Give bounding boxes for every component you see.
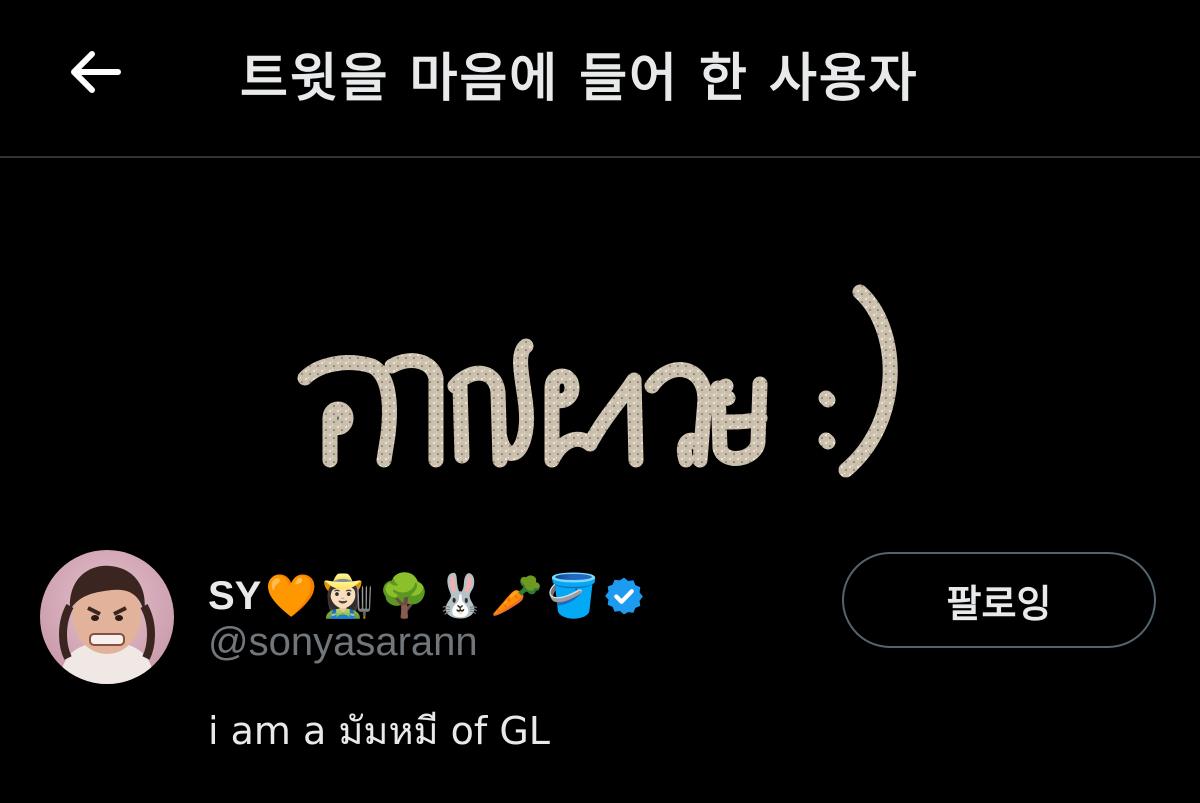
farmer-emoji: 👩🏻‍🌾	[321, 571, 374, 620]
tree-emoji: 🌳	[377, 571, 431, 620]
page-title: 트윗을 마음에 들어 한 사용자	[240, 49, 919, 109]
user-cell[interactable]: SY 🧡 👩🏻‍🌾 🌳 🐰 🥕 🪣 @sonyasarann i am a มั…	[0, 548, 1200, 753]
user-handle[interactable]: @sonyasarann	[208, 620, 478, 665]
following-button[interactable]: 팔로잉	[842, 552, 1156, 648]
carrot-emoji: 🥕	[490, 571, 543, 620]
verified-badge-icon	[605, 577, 644, 615]
back-button[interactable]	[62, 40, 126, 104]
user-bio: i am a มัมหมี of GL	[208, 709, 550, 753]
display-name[interactable]: SY	[208, 574, 261, 619]
avatar[interactable]	[40, 550, 174, 684]
top-bar: 트윗을 마음에 들어 한 사용자	[0, 0, 1200, 158]
tweet-media	[0, 160, 1200, 540]
arrow-left-icon	[71, 51, 121, 93]
profile-photo	[40, 550, 174, 684]
name-line: SY 🧡 👩🏻‍🌾 🌳 🐰 🥕 🪣	[208, 566, 645, 626]
bucket-emoji: 🪣	[546, 571, 600, 620]
rabbit-emoji: 🐰	[434, 571, 487, 620]
orange-heart-emoji: 🧡	[265, 571, 318, 620]
handwritten-text-image	[297, 284, 898, 478]
